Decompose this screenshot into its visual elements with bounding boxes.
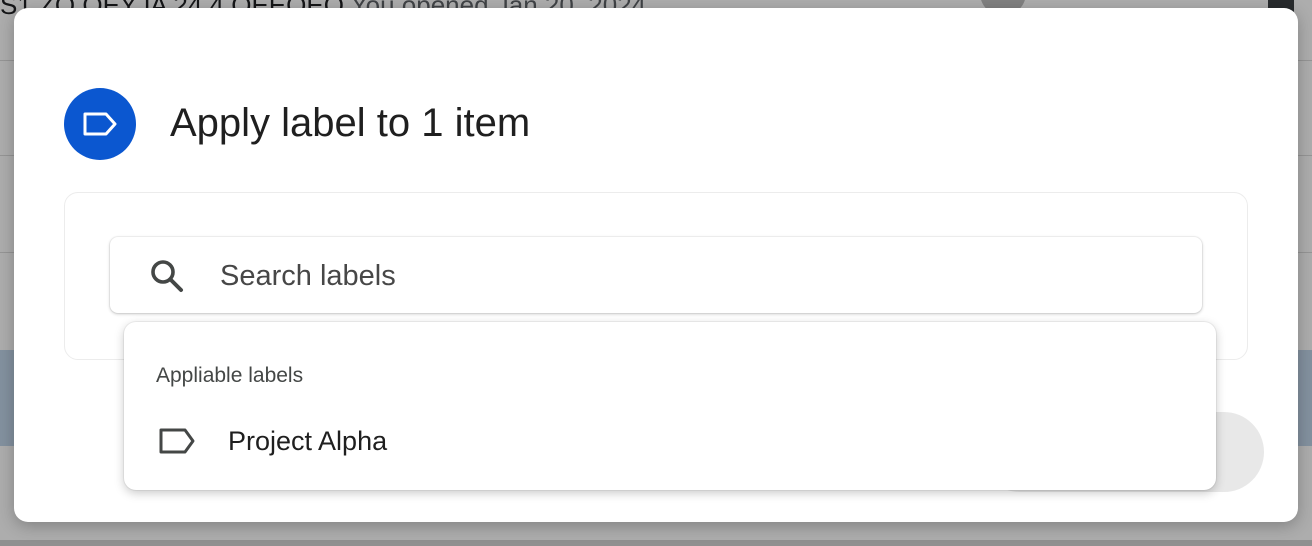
dialog-title: Apply label to 1 item — [170, 101, 531, 145]
label-icon — [64, 88, 136, 160]
search-icon — [151, 260, 183, 292]
labels-dropdown: Appliable labels Project Alpha — [124, 322, 1216, 490]
apply-label-dialog: Apply label to 1 item n Appliable labels… — [14, 8, 1298, 522]
dropdown-section-header: Appliable labels — [156, 364, 304, 387]
search-labels-input[interactable] — [218, 251, 1182, 301]
label-option-text: Project Alpha — [228, 426, 388, 456]
search-labels-field[interactable] — [110, 237, 1202, 313]
label-outline-icon — [159, 428, 195, 454]
label-option-project-alpha[interactable]: Project Alpha — [124, 414, 1216, 470]
